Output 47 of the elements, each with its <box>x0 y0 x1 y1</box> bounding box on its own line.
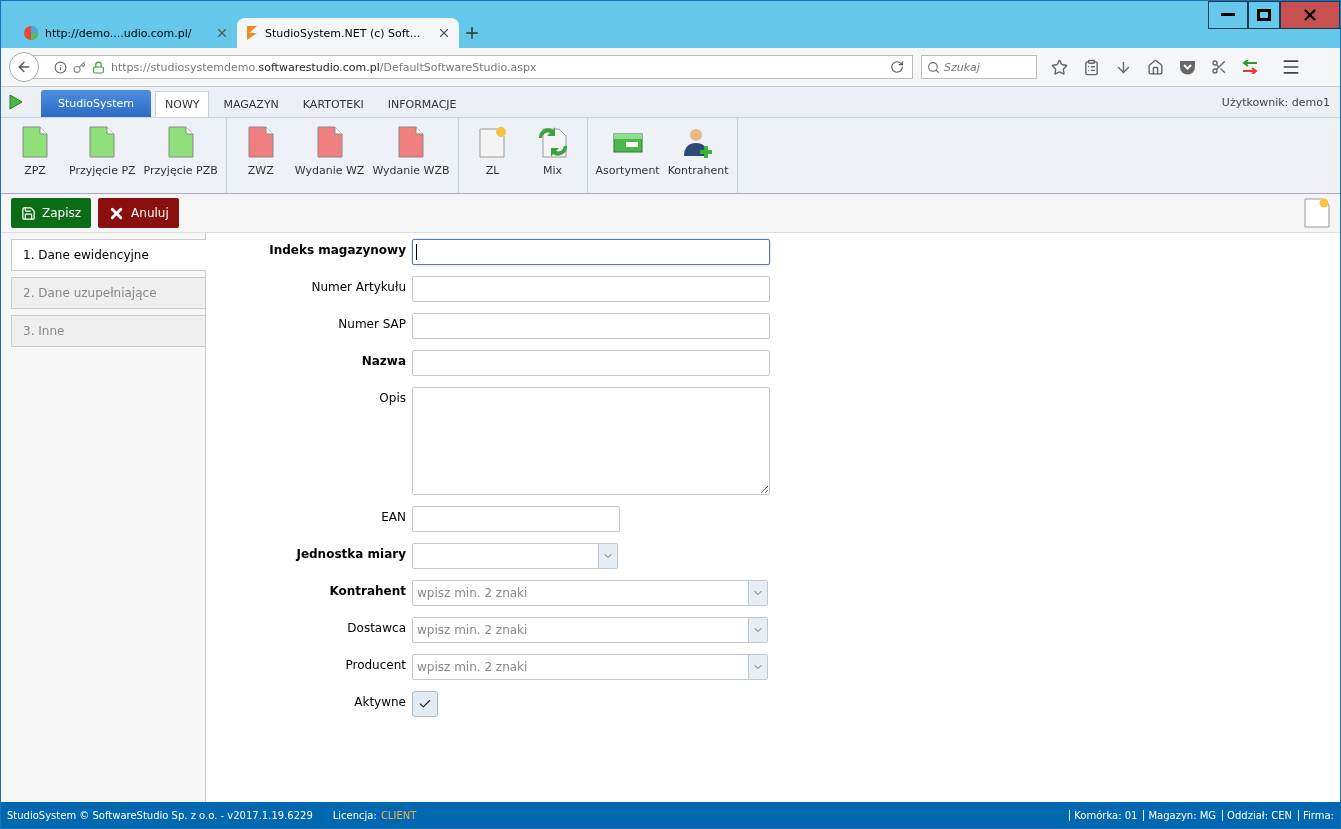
search-placeholder: Szukaj <box>944 60 980 74</box>
combo-field[interactable]: wpisz min. 2 znaki <box>412 654 768 680</box>
field-label: Numer Artykułu <box>310 279 406 296</box>
combo-field[interactable]: wpisz min. 2 znaki <box>412 580 768 606</box>
license-label: Licencja: <box>332 809 377 821</box>
field-label: Dostawca <box>346 620 406 637</box>
ribbon-button[interactable]: Wydanie WZB <box>368 118 454 193</box>
status-item: Oddział: CEN <box>1222 809 1292 821</box>
ribbon-button[interactable]: ZWZ <box>230 118 291 193</box>
ribbon-tab[interactable]: MAGAZYN <box>213 91 289 117</box>
tab-title: http://demo....udio.com.pl/ <box>45 26 193 40</box>
field-label: Indeks magazynowy <box>268 242 406 259</box>
browser-tab[interactable]: http://demo....udio.com.pl/ <box>15 18 237 48</box>
field-label: Opis <box>378 390 406 407</box>
ribbon-button[interactable]: ZPZ <box>5 118 65 193</box>
ribbon-button[interactable]: Mix <box>522 118 583 193</box>
ribbon-button[interactable]: Wydanie WZ <box>290 118 369 193</box>
field-label: Kontrahent <box>328 583 406 600</box>
address-bar[interactable]: https://studiosystemdemo.softwarestudio.com.pl/DefaultSoftwareStudio.aspx <box>33 55 913 79</box>
browser-tab[interactable]: StudioSystem.NET (c) Soft... <box>237 18 459 48</box>
status-item: Firma: <box>1298 809 1334 821</box>
ribbon-button[interactable]: Przyjęcie PZ <box>65 118 140 193</box>
field-label: Jednostka miary <box>294 546 406 563</box>
save-button[interactable]: Zapisz <box>11 198 92 228</box>
field-label: Numer SAP <box>337 316 406 333</box>
ribbon-tab[interactable]: NOWY <box>155 91 210 117</box>
ribbon-button[interactable]: ZL <box>462 118 523 193</box>
field-label: EAN <box>380 509 406 526</box>
cancel-button[interactable]: Anuluj <box>98 198 179 228</box>
ribbon-tab[interactable]: INFORMACJE <box>377 91 467 117</box>
status-item: Magazyn: MG <box>1143 809 1217 821</box>
status-item: Komórka: 01 <box>1069 809 1138 821</box>
ribbon-tab[interactable]: KARTOTEKI <box>292 91 374 117</box>
ribbon-button[interactable]: Kontrahent <box>663 118 733 193</box>
user-label: Użytkownik: demo1 <box>1221 95 1331 109</box>
license-value: CLIENT <box>380 809 417 821</box>
field-label: Producent <box>344 657 406 674</box>
ribbon-button[interactable]: Asortyment <box>591 118 664 193</box>
tab-title: StudioSystem.NET (c) Soft... <box>265 26 422 40</box>
field-label: Aktywne <box>353 694 406 711</box>
combo-field[interactable]: wpisz min. 2 znaki <box>412 617 768 643</box>
section-tab[interactable]: 1. Dane ewidencyjne <box>11 239 206 271</box>
app-menu-button[interactable]: StudioSystem <box>41 90 151 117</box>
ribbon-button[interactable]: Przyjęcie PZB <box>139 118 222 193</box>
search-field[interactable]: Szukaj <box>921 55 1037 79</box>
version-text: StudioSystem © SoftwareStudio Sp. z o.o. - v2017.1.19.6229 <box>7 809 313 821</box>
field-label: Nazwa <box>360 353 406 370</box>
